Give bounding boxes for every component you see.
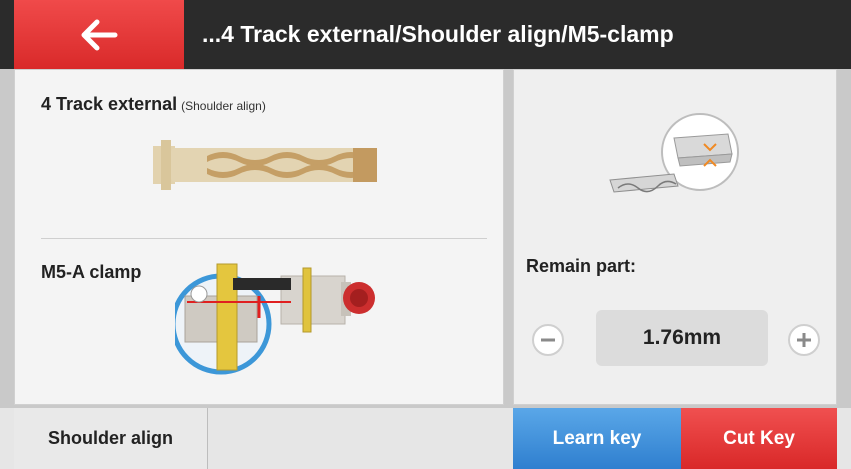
key-blank-image [153,140,377,190]
cut-key-button[interactable]: Cut Key [681,408,837,469]
cut-depth-illustration [609,113,739,193]
key-type-title: 4 Track external (Shoulder align) [41,94,266,115]
panel-divider [41,238,487,239]
page-title: ...4 Track external/Shoulder align/M5-cl… [202,21,674,47]
back-button[interactable] [14,0,184,69]
learn-key-button[interactable]: Learn key [513,408,681,469]
key-info-panel: 4 Track external (Shoulder align) M5-A cl… [14,69,504,405]
remain-value-display: 1.76mm [596,310,768,366]
minus-icon [541,338,555,342]
shoulder-align-button[interactable]: Shoulder align [14,408,208,469]
decrease-button[interactable] [532,324,564,356]
cut-settings-panel: Remain part: 1.76mm [513,69,837,405]
clamp-label: M5-A clamp [41,262,142,282]
remain-part-label: Remain part: [526,256,637,276]
key-type-name: 4 Track external [41,94,178,114]
key-align-subtitle: (Shoulder align) [181,99,266,113]
plus-icon [797,333,811,347]
increase-button[interactable] [788,324,820,356]
arrow-left-icon [81,19,118,50]
clamp-image [175,263,375,375]
